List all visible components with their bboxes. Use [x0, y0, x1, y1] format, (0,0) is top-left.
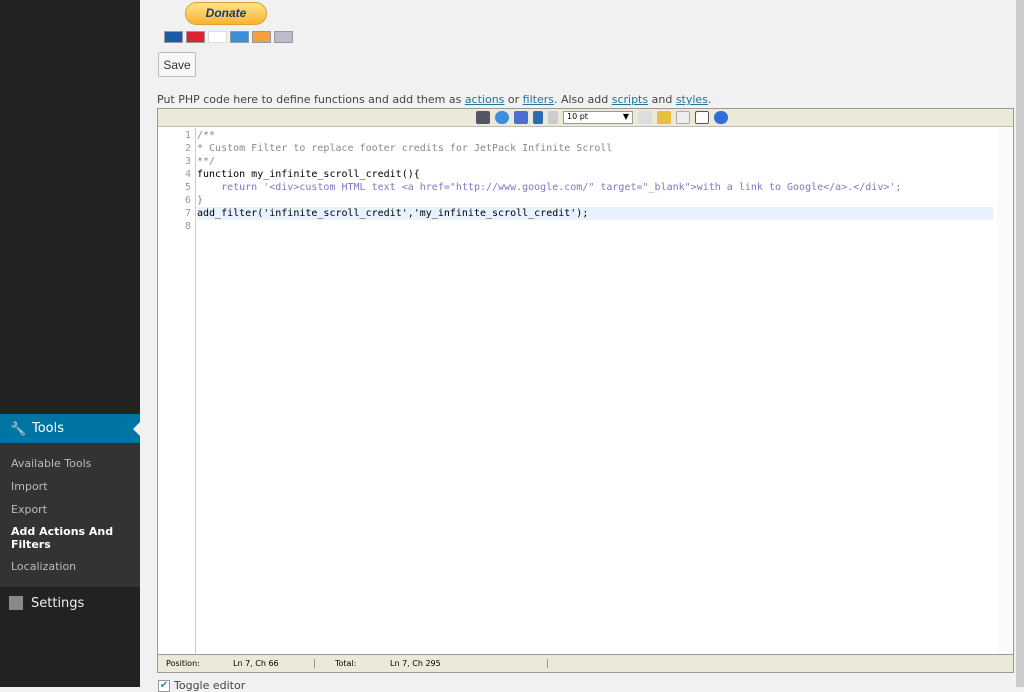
word-wrap-icon[interactable] [695, 111, 709, 124]
tools-submenu: Available Tools Import Export Add Action… [0, 443, 140, 587]
code-line[interactable] [197, 220, 993, 233]
save-button[interactable]: Save [158, 52, 196, 77]
intro-and: and [648, 93, 676, 106]
position-value: Ln 7, Ch 66 [203, 659, 315, 668]
scripts-link[interactable]: scripts [612, 93, 648, 106]
submenu-export[interactable]: Export [0, 498, 140, 521]
total-label: Total: [335, 659, 357, 668]
editor-scrollbar[interactable] [997, 128, 1013, 654]
sidebar-item-settings[interactable]: Settings [0, 592, 140, 614]
intro-end: . [707, 93, 712, 106]
actions-link[interactable]: actions [465, 93, 505, 106]
fullscreen-icon[interactable] [514, 111, 528, 124]
line-number: 5 [184, 182, 191, 193]
code-line[interactable]: add_filter('infinite_scroll_credit','my_… [197, 207, 993, 220]
line-number: 4 [184, 169, 191, 180]
undo-icon[interactable] [533, 111, 543, 124]
font-size-select[interactable]: 10 pt ▼ [563, 111, 633, 124]
highlight-icon[interactable] [657, 111, 671, 124]
settings-icon [9, 596, 23, 610]
toggle-editor[interactable]: ✔ Toggle editor [158, 679, 245, 692]
intro-prefix: Put PHP code here to define functions an… [157, 93, 465, 106]
code-line[interactable]: * Custom Filter to replace footer credit… [197, 142, 993, 155]
redo-icon[interactable] [548, 111, 558, 124]
code-line[interactable]: /** [197, 129, 993, 142]
line-number: 1 [184, 130, 191, 141]
donate-button[interactable]: Donate [185, 2, 267, 25]
amex-icon [230, 31, 249, 43]
goto-line-icon[interactable] [495, 111, 509, 124]
line-number: 6 [184, 195, 191, 206]
reset-highlight-icon[interactable] [676, 111, 690, 124]
submenu-import[interactable]: Import [0, 475, 140, 498]
code-area[interactable]: 1 2 3 4 5 6 7 8 /** * Custom Filter to replace f… [158, 128, 1013, 654]
bank-icon [274, 31, 293, 43]
editor-status-bar: Position: Ln 7, Ch 66 Total: Ln 7, Ch 29… [158, 654, 1013, 672]
toggle-editor-checkbox[interactable]: ✔ [158, 679, 170, 692]
maestro-icon [164, 31, 183, 43]
line-numbers: 1 2 3 4 5 6 7 8 [158, 128, 196, 654]
visa-icon [208, 31, 227, 43]
main-content: Donate Save Put PHP code here to define … [140, 0, 1024, 692]
code-line[interactable]: function my_infinite_scroll_credit(){ [197, 168, 993, 181]
line-number: 2 [184, 143, 191, 154]
line-number: 7 [184, 208, 191, 219]
code-line[interactable]: return '<div>custom HTML text <a href="h… [197, 181, 993, 194]
position-label: Position: [166, 659, 200, 668]
submenu-localization[interactable]: Localization [0, 555, 140, 578]
code-line[interactable]: **/ [197, 155, 993, 168]
intro-text: Put PHP code here to define functions an… [157, 93, 711, 106]
mastercard-icon [186, 31, 205, 43]
filters-link[interactable]: filters [523, 93, 554, 106]
wrench-icon: 🔧 [10, 421, 27, 437]
intro-mid: . Also add [553, 93, 612, 106]
line-number: 3 [184, 156, 191, 167]
discover-icon [252, 31, 271, 43]
intro-or: or [504, 93, 523, 106]
sidebar-item-tools[interactable]: 🔧 Tools [0, 414, 140, 443]
search-icon[interactable] [476, 111, 490, 124]
code-editor: 10 pt ▼ 1 2 3 4 5 6 7 8 /** * Custom Filter to re… [157, 108, 1014, 673]
help-icon[interactable] [714, 111, 728, 124]
page-scrollbar[interactable] [1016, 0, 1024, 687]
admin-sidebar: 🔧 Tools Available Tools Import Export Add… [0, 0, 140, 687]
code-lines[interactable]: /** * Custom Filter to replace footer cre… [197, 129, 993, 233]
code-line[interactable]: } [197, 194, 993, 207]
submenu-add-actions-filters[interactable]: Add Actions And Filters [0, 521, 140, 555]
syntax-toggle-icon[interactable] [638, 111, 652, 124]
styles-link[interactable]: styles [676, 93, 708, 106]
chevron-down-icon: ▼ [622, 112, 629, 121]
line-number: 8 [184, 221, 191, 232]
submenu-available-tools[interactable]: Available Tools [0, 452, 140, 475]
total-value: Ln 7, Ch 295 [390, 659, 548, 668]
editor-toolbar: 10 pt ▼ [158, 109, 1013, 127]
payment-cards [164, 31, 293, 43]
